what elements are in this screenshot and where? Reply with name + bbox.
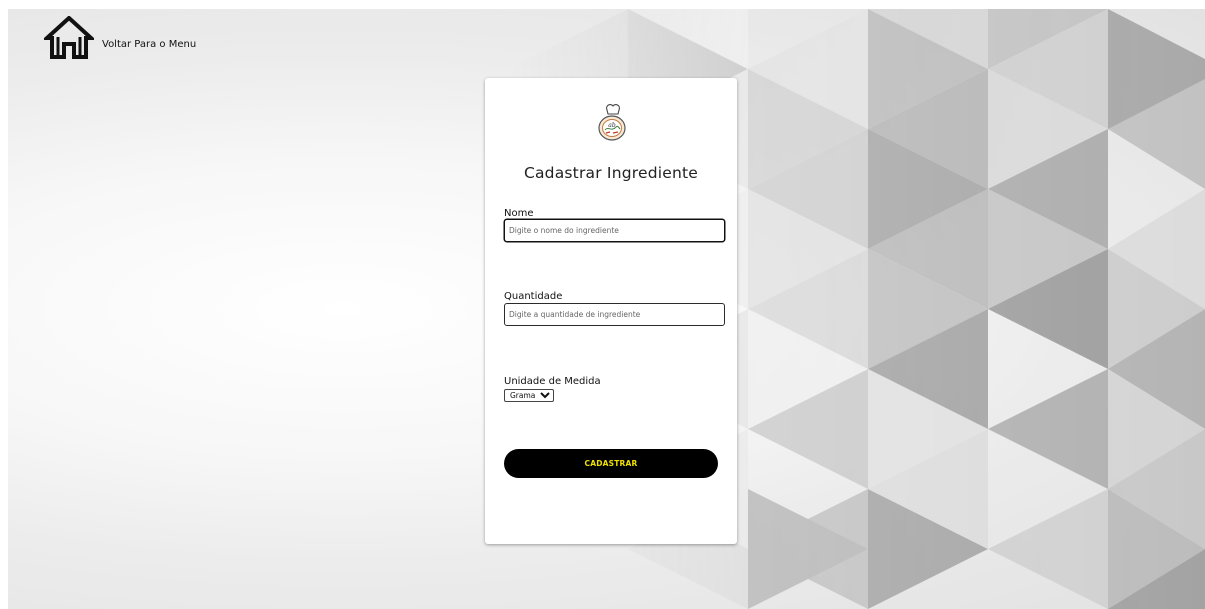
home-icon[interactable] <box>44 16 94 60</box>
quantidade-label: Quantidade <box>504 291 563 302</box>
cadastrar-button[interactable]: CADASTRAR <box>504 449 718 478</box>
back-to-menu-label[interactable]: Voltar Para o Menu <box>102 39 196 50</box>
page-background: Voltar Para o Menu ab Cadastrar Ingredie… <box>8 9 1205 609</box>
back-to-menu-link[interactable]: Voltar Para o Menu <box>44 16 196 60</box>
svg-text:ab: ab <box>608 122 616 129</box>
ingredient-form-card: ab Cadastrar Ingrediente Nome Quantidade… <box>485 78 737 544</box>
unidade-select[interactable]: Grama <box>504 389 554 402</box>
nome-label: Nome <box>504 208 534 219</box>
form-title: Cadastrar Ingrediente <box>523 164 699 182</box>
nome-input[interactable] <box>504 219 725 242</box>
chef-hat-logo-icon: ab <box>598 104 626 141</box>
quantidade-input[interactable] <box>504 303 725 326</box>
unidade-label: Unidade de Medida <box>504 376 601 387</box>
